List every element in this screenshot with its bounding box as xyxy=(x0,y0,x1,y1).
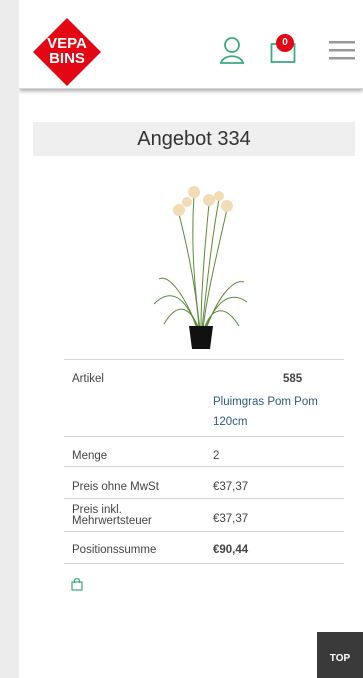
product-photo[interactable] xyxy=(149,184,249,352)
value-menge: 2 xyxy=(213,450,220,462)
logo-text-bottom: BINS xyxy=(49,50,85,67)
cart-count-badge: 0 xyxy=(276,34,294,52)
page-container: VEPA BINS 0 Angebot 334 Artikel 585 Plui… xyxy=(19,0,363,678)
table-divider xyxy=(64,359,344,360)
value-preis-ohne-mwst: €37,37 xyxy=(213,481,249,493)
label-menge: Menge xyxy=(72,450,108,462)
user-icon[interactable] xyxy=(219,36,245,64)
table-divider xyxy=(64,563,344,564)
table-divider xyxy=(64,498,344,499)
label-positionssumme: Positionssumme xyxy=(72,544,157,556)
scroll-to-top-button[interactable]: TOP xyxy=(317,632,363,678)
vepa-bins-logo[interactable]: VEPA BINS xyxy=(33,18,101,86)
table-divider xyxy=(64,531,344,532)
table-divider xyxy=(64,466,344,467)
label-artikel: Artikel xyxy=(72,373,104,385)
table-divider xyxy=(64,436,344,437)
article-number: 585 xyxy=(283,373,303,385)
product-name-link[interactable]: Pluimgras Pom Pom 120cm xyxy=(213,392,343,432)
cart-icon[interactable] xyxy=(71,578,83,591)
value-preis-inkl: €37,37 xyxy=(213,513,249,525)
site-header: VEPA BINS 0 xyxy=(19,0,363,89)
page-title: Angebot 334 xyxy=(33,122,355,156)
hamburger-menu-icon[interactable] xyxy=(329,40,355,62)
label-preis-inkl-line2: Mehrwertsteuer xyxy=(72,515,152,527)
label-preis-ohne-mwst: Preis ohne MwSt xyxy=(72,481,159,493)
value-positionssumme: €90,44 xyxy=(213,544,249,556)
